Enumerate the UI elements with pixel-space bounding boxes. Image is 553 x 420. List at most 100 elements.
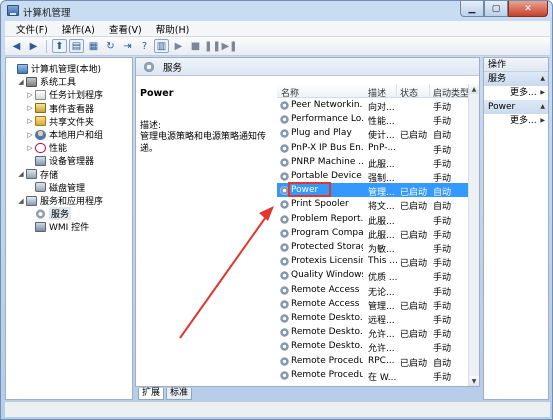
menu-file[interactable]: 文件(F) <box>9 22 55 36</box>
refresh-icon[interactable]: ↻ <box>103 39 118 53</box>
service-startup-cell: 手动 <box>433 216 452 227</box>
service-row[interactable]: Performance Lo... 性能... 手动 <box>277 112 479 127</box>
expand-arrow-icon[interactable]: ▷ <box>26 131 34 139</box>
expand-arrow-icon[interactable]: ◢ <box>17 197 25 205</box>
service-row[interactable]: Quality Windows... 优质 ... 手动 <box>277 268 479 284</box>
service-row[interactable]: Remote Deskto... 远程... 手动 <box>277 311 479 326</box>
service-row[interactable]: PnP-X IP Bus En... PnP-... 手动 <box>277 141 479 156</box>
service-gear-icon <box>280 129 289 139</box>
actions-more-services[interactable]: 更多... <box>484 86 548 100</box>
minimize-button[interactable]: ▁ <box>460 1 484 17</box>
tree-item[interactable]: ◢ 服务和应用程序 <box>17 194 103 207</box>
description-text: 管理电源策略和电源策略通知传递。 <box>140 132 267 154</box>
service-row[interactable]: Program Compa... 此服... 已启动手动 <box>277 226 479 241</box>
tree-item-label: 共享文件夹 <box>49 117 95 128</box>
service-row[interactable]: Remote Procedu... RPC... 已启动自动 <box>277 354 479 369</box>
service-row[interactable]: Power 管理... 已启动 自动 <box>277 182 479 198</box>
service-row[interactable]: Print Spooler 将文... 已启动 自动 <box>277 197 479 212</box>
service-name-cell: Remote Deskto... <box>291 327 363 338</box>
back-arrow-icon[interactable]: ◀ <box>9 39 24 53</box>
tree-item[interactable]: ▷ 事件查看器 <box>26 102 94 115</box>
wmi-icon <box>35 221 46 232</box>
vertical-scrollbar[interactable]: ▲ ▼ <box>468 84 479 386</box>
maximize-button[interactable]: ▢ <box>484 1 508 17</box>
tree-item[interactable]: 磁盘管理 <box>26 181 85 194</box>
scroll-down-icon[interactable]: ▼ <box>469 376 479 386</box>
start-service-icon[interactable]: ▶ <box>171 39 186 53</box>
close-button[interactable]: ✕ <box>508 1 548 17</box>
forward-arrow-icon[interactable]: ▶ <box>26 39 41 53</box>
toolbar: ◀ ▶ ⬆ ▤ ▦ ↻ ⇥ ? ▥ ▶ ■ ❚❚ ▶❚ <box>5 37 550 56</box>
menu-view[interactable]: 查看(V) <box>102 22 149 36</box>
tree-item-label: 存储 <box>40 170 59 181</box>
tree-item[interactable]: 设备管理器 <box>26 154 94 167</box>
service-row[interactable]: Remote Procedu... 在 W... 手动 <box>277 368 479 383</box>
service-row[interactable]: Remote Access ... 无论... 手动 <box>277 283 479 298</box>
tree-item[interactable]: ▷ 性能 <box>26 141 67 154</box>
service-row[interactable]: Peer Networkin... 向对... 手动 <box>277 98 479 113</box>
restart-service-icon[interactable]: ▶❚ <box>221 39 237 53</box>
expand-arrow-icon[interactable]: ◢ <box>17 78 25 86</box>
service-name-cell: Remote Access ... <box>291 298 363 309</box>
properties-icon[interactable]: ▦ <box>86 39 101 53</box>
action-pane-icon[interactable]: ▥ <box>154 39 169 53</box>
service-status-cell: 已启动 <box>400 259 428 270</box>
export-list-icon[interactable]: ⇥ <box>120 39 135 53</box>
help-icon[interactable]: ? <box>137 39 152 53</box>
tree-item[interactable]: ◢ 系统工具 <box>17 75 76 88</box>
service-description-cell: 在 W... <box>368 372 397 383</box>
service-row[interactable]: Protected Storage 为敏... 手动 <box>277 240 479 255</box>
actions-pane: 操作 服务 更多... Power 更多... <box>483 57 549 400</box>
show-hide-tree-icon[interactable]: ▤ <box>69 39 84 53</box>
tree-item[interactable]: ▷ 共享文件夹 <box>26 115 94 128</box>
service-name-cell: Remote Procedu... <box>291 355 363 366</box>
actions-more-power[interactable]: 更多... <box>484 114 548 128</box>
expand-arrow-icon[interactable]: ▷ <box>26 117 34 125</box>
expand-arrow-icon[interactable]: ▷ <box>26 104 34 112</box>
tree-item[interactable]: ◢ 存储 <box>17 168 58 181</box>
tree-item[interactable]: 服务 <box>26 207 72 221</box>
storage-icon <box>26 169 37 180</box>
service-description-cell: 优质 ... <box>368 273 398 284</box>
expand-arrow-icon[interactable]: ▷ <box>26 91 34 99</box>
expand-arrow-icon[interactable]: ◢ <box>17 170 25 178</box>
service-row[interactable]: Problem Report... 此服... 手动 <box>277 212 479 227</box>
description-label: 描述: <box>140 121 162 131</box>
service-row[interactable]: Portable Device ... 强制... 手动 <box>277 169 479 184</box>
menu-action[interactable]: 操作(A) <box>55 22 102 36</box>
tree-item[interactable]: ▷ 本地用户和组 <box>26 128 103 141</box>
performance-icon <box>35 142 46 153</box>
service-startup-cell: 手动 <box>433 230 452 241</box>
tree-item[interactable]: ▷ 任务计划程序 <box>26 88 103 101</box>
tab-standard[interactable]: 标准 <box>166 387 193 400</box>
menu-help[interactable]: 帮助(H) <box>149 22 197 36</box>
service-status-cell: 已启动 <box>400 330 428 341</box>
tree-item[interactable]: WMI 控件 <box>26 220 89 233</box>
service-row[interactable]: Remote Access ... 管理... 已启动 手动 <box>277 297 479 312</box>
actions-group-power[interactable]: Power <box>484 100 548 114</box>
service-description-cell: 为敏... <box>368 245 395 255</box>
up-folder-icon[interactable]: ⬆ <box>52 39 67 53</box>
service-row[interactable]: Remote Deskto... 允许... 手动 <box>277 339 479 354</box>
tree-item-label: 计算机管理(本地) <box>31 65 102 75</box>
tab-extended[interactable]: 扩展 <box>138 387 165 400</box>
service-status-cell: 已启动 <box>400 358 428 369</box>
tree-item[interactable]: 计算机管理(本地) <box>8 62 101 75</box>
service-description-cell: This ... <box>368 256 398 267</box>
window-title: 计算机管理 <box>23 8 71 19</box>
service-gear-icon <box>280 299 289 309</box>
service-name-cell: Print Spooler <box>291 199 349 210</box>
actions-group-services[interactable]: 服务 <box>484 72 548 86</box>
service-description-cell: 管理... <box>368 301 395 312</box>
service-startup-cell: 手动 <box>433 145 452 156</box>
service-row[interactable]: Remote Deskto... 允许... 已启动 手动 <box>277 325 479 341</box>
service-row[interactable]: PNRP Machine ... 此服... 手动 <box>277 155 479 170</box>
status-bar <box>5 401 550 417</box>
stop-service-icon[interactable]: ■ <box>188 39 203 53</box>
service-startup-cell: 自动 <box>433 358 452 369</box>
pause-service-icon[interactable]: ❚❚ <box>204 39 221 53</box>
scroll-up-icon[interactable]: ▲ <box>469 84 479 94</box>
service-row[interactable]: Protexis Licensin... This ...已启动手动 <box>277 254 479 270</box>
expand-arrow-icon[interactable]: ▷ <box>26 144 34 152</box>
service-row[interactable]: Plug and Play 使计... 已启动 自动 <box>277 126 479 141</box>
